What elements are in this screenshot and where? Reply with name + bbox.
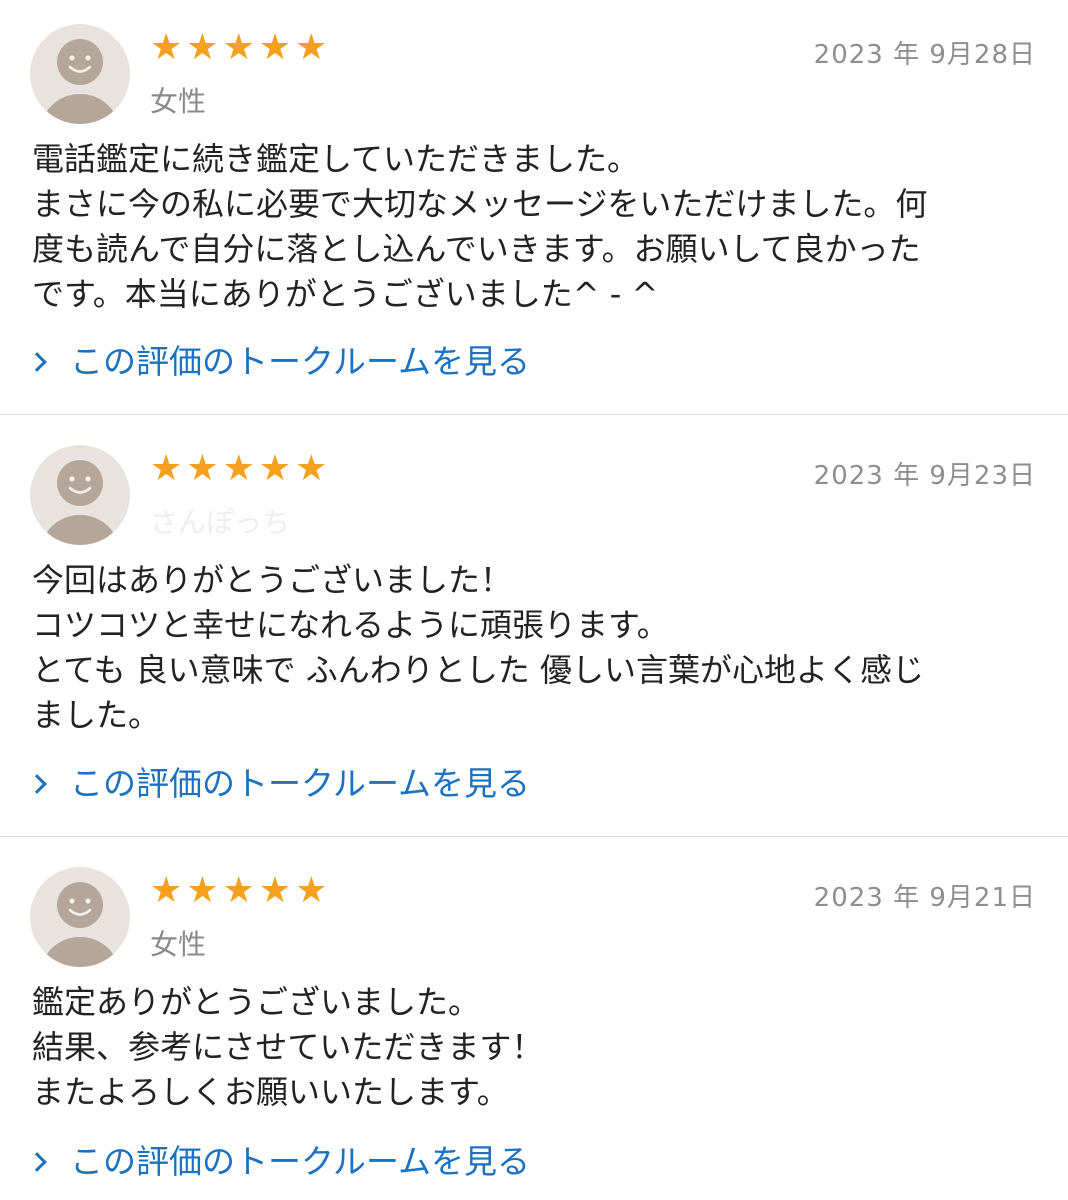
star-icon: ★ (186, 27, 219, 68)
star-icon: ★ (150, 870, 183, 911)
avatar-icon (30, 445, 130, 545)
chevron-right-icon (27, 774, 47, 794)
reviewer-name: 女性 (150, 928, 207, 961)
star-icon: ★ (222, 448, 255, 489)
review-date: 2023 年 9月21日 (813, 883, 1036, 913)
star-icon: ★ (258, 448, 292, 489)
divider (0, 414, 1068, 415)
star-icon: ★ (295, 27, 328, 68)
review-text-line: ました。 (32, 696, 161, 734)
star-icon: ★ (295, 870, 328, 911)
chevron-right-icon (27, 352, 47, 372)
review-text-line: です。本当にありがとうございました^ - ^ (32, 275, 659, 313)
star-rating: ★ ★ ★ ★ ★ (150, 449, 327, 489)
review-text-line: 鑑定ありがとうございました。 (32, 983, 481, 1021)
star-icon: ★ (258, 870, 292, 911)
review-text: 鑑定ありがとうございました。 結果、参考にさせていただきます！ またよろしくお願… (32, 980, 1032, 1115)
review-text-line: 今回はありがとうございました！ (32, 561, 513, 599)
review-date: 2023 年 9月28日 (813, 40, 1036, 70)
review-text: 電話鑑定に続き鑑定していただきました。 まさに今の私に必要で大切なメッセージをい… (32, 137, 1032, 317)
view-talkroom-label: この評価のトークルームを見る (70, 1142, 531, 1181)
star-icon: ★ (258, 27, 292, 68)
review-text-line: 結果、参考にさせていただきます！ (32, 1028, 544, 1066)
reviewer-name: 女性 (150, 85, 207, 118)
avatar-icon (30, 867, 130, 967)
review-text-line: またよろしくお願いいたします。 (32, 1073, 509, 1111)
star-icon: ★ (222, 870, 255, 911)
view-talkroom-link[interactable]: この評価のトークルームを見る (27, 762, 531, 806)
review-text-line: 電話鑑定に続き鑑定していただきました。 (32, 140, 640, 178)
view-talkroom-label: この評価のトークルームを見る (70, 764, 531, 803)
review-card: ★ ★ ★ ★ ★ 2023 年 9月21日 女性 鑑定ありがとうございました。… (0, 843, 1068, 1200)
star-icon: ★ (150, 27, 183, 68)
review-text-line: コツコツと幸せになれるように頑張ります。 (32, 606, 669, 644)
review-date: 2023 年 9月23日 (813, 461, 1036, 491)
divider (0, 836, 1068, 837)
review-text-line: 度も読んで自分に落とし込んでいきます。お願いして良かった (32, 230, 921, 268)
star-rating: ★ ★ ★ ★ ★ (150, 871, 327, 911)
star-icon: ★ (295, 448, 328, 489)
reviewer-name: さんぽっち (150, 506, 291, 539)
view-talkroom-link[interactable]: この評価のトークルームを見る (27, 340, 531, 384)
review-text-line: とても 良い意味で ふんわりとした 優しい言葉が心地よく感じ (32, 651, 924, 689)
view-talkroom-label: この評価のトークルームを見る (70, 342, 531, 381)
review-card: ★ ★ ★ ★ ★ 2023 年 9月23日 さんぽっち 今回はありがとうござい… (0, 421, 1068, 835)
review-card: ★ ★ ★ ★ ★ 2023 年 9月28日 女性 電話鑑定に続き鑑定していただ… (0, 0, 1068, 414)
view-talkroom-link[interactable]: この評価のトークルームを見る (27, 1140, 531, 1184)
star-icon: ★ (186, 870, 219, 911)
review-text: 今回はありがとうございました！ コツコツと幸せになれるように頑張ります。 とても… (32, 558, 1032, 738)
avatar-icon (30, 24, 130, 124)
review-text-line: まさに今の私に必要で大切なメッセージをいただけました。何 (32, 185, 928, 223)
star-icon: ★ (186, 448, 219, 489)
chevron-right-icon (27, 1152, 47, 1172)
star-rating: ★ ★ ★ ★ ★ (150, 28, 327, 68)
star-icon: ★ (222, 27, 255, 68)
star-icon: ★ (150, 448, 183, 489)
